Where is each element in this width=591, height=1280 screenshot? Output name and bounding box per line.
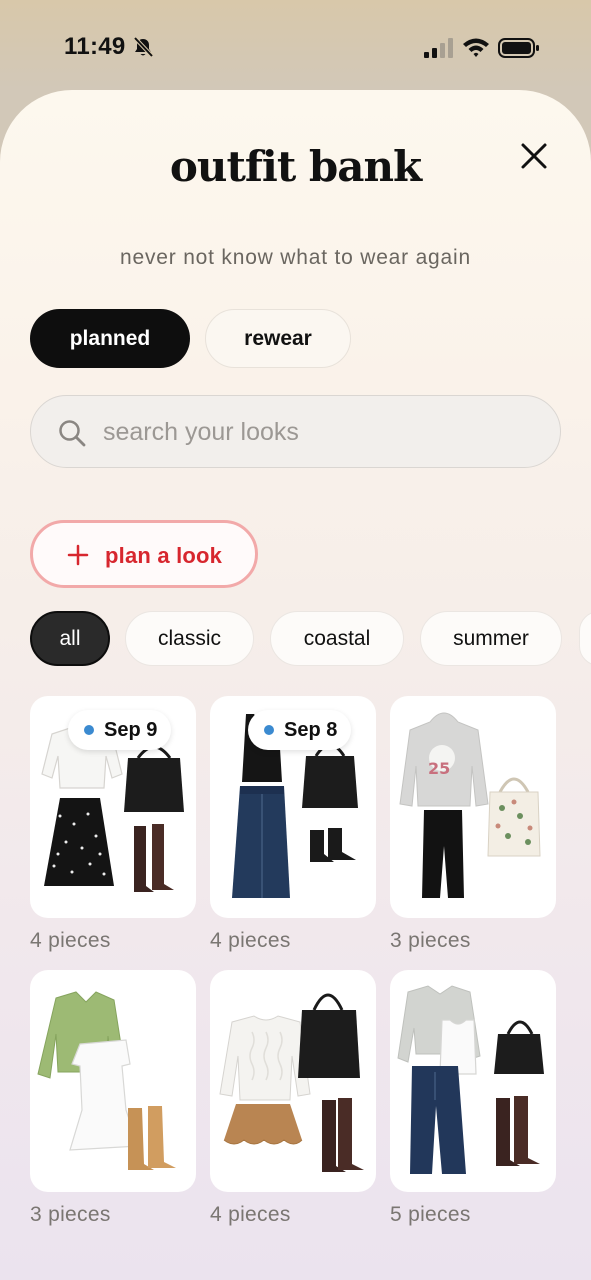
outfit-card: 5 pieces [390,970,556,1240]
pieces-count: 5 pieces [390,1203,471,1226]
date-badge: Sep 9 [68,710,172,750]
tab-planned[interactable]: planned [30,309,190,368]
outfit-card-image[interactable] [30,970,196,1192]
outfit-card-image[interactable] [390,970,556,1192]
battery-icon [498,38,539,58]
search-icon [59,420,86,447]
outfit-card-image[interactable] [210,970,376,1192]
pieces-count: 3 pieces [390,929,471,952]
outfit-collage: 25 [399,712,541,898]
outfit-collage [37,991,176,1170]
outfit-card: Sep 8 4 pieces [210,696,376,966]
outfit-card: 4 pieces [210,970,376,1240]
date-badge: Sep 8 [248,710,352,750]
bell-slash-icon [133,36,154,58]
signal-icon [424,38,453,58]
plus-icon [67,544,89,566]
plan-a-look-button[interactable]: plan a look [30,520,258,588]
page-subtitle: never not know what to wear again [120,246,471,269]
outfit-card: 25 3 pieces [390,696,556,966]
svg-text:25: 25 [428,759,450,778]
filter-chip-summer[interactable]: summer [420,611,562,666]
outfit-card: Sep 9 4 pieces [30,696,196,966]
outfit-collage [219,993,364,1172]
page-title: outfit bank [169,142,422,191]
outfit-bank-sheet: outfit bank never not know what to wear … [0,90,591,1280]
filter-chip-classic[interactable]: classic [125,611,254,666]
pieces-count: 4 pieces [30,929,111,952]
date-label: Sep 8 [284,718,338,741]
plan-a-look-label: plan a look [105,543,223,568]
outfit-card-image[interactable]: 25 [390,696,556,918]
status-bar: 11:49 [0,0,591,92]
filter-chip-more[interactable] [579,611,591,666]
pieces-count: 4 pieces [210,929,291,952]
status-time: 11:49 [64,33,126,60]
outfit-collage [397,985,544,1174]
date-dot [264,725,274,735]
close-icon[interactable] [516,138,552,174]
tab-rewear[interactable]: rewear [205,309,351,368]
outfit-card-image[interactable]: Sep 9 [30,696,196,918]
search-input[interactable] [103,406,543,458]
search-bar[interactable] [30,395,561,468]
filter-chip-coastal[interactable]: coastal [270,611,404,666]
date-dot [84,725,94,735]
outfit-card-image[interactable]: Sep 8 [210,696,376,918]
filter-chip-all[interactable]: all [30,611,110,666]
pieces-count: 4 pieces [210,1203,291,1226]
pieces-count: 3 pieces [30,1203,111,1226]
date-label: Sep 9 [104,718,158,741]
outfit-card: 3 pieces [30,970,196,1240]
wifi-icon [463,38,489,57]
filter-chips: all classic coastal summer [0,611,591,667]
